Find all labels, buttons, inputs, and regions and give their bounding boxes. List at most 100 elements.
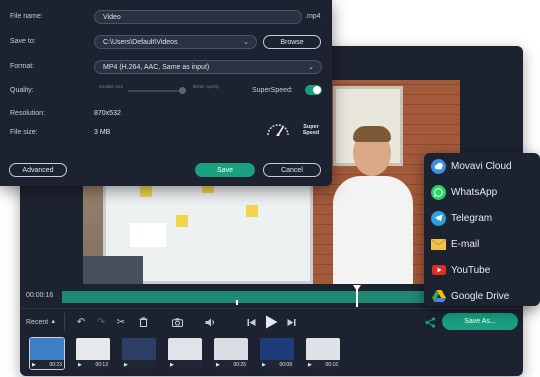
redo-icon[interactable]: ↷	[94, 313, 108, 331]
recent-thumbnail[interactable]: ▶	[168, 338, 202, 369]
preview-presenter-hair	[353, 126, 391, 142]
chevron-down-icon: ⌄	[243, 39, 249, 46]
save-as-button[interactable]: Save As...	[442, 313, 518, 330]
chevron-up-icon: ▲	[50, 319, 57, 325]
play-icon: ▶	[124, 361, 128, 368]
thumbnail-duration: 00:26	[233, 361, 246, 368]
snapshot-icon[interactable]	[170, 313, 184, 331]
save-button[interactable]: Save	[195, 163, 255, 177]
file-extension: .mp4	[305, 13, 321, 20]
superspeed-toggle[interactable]	[305, 85, 322, 95]
chevron-down-icon: ⌄	[308, 64, 314, 71]
preview-seat	[83, 256, 143, 284]
thumbnail-caption: ▶ 00:26	[214, 360, 248, 369]
recent-thumbnail[interactable]: ▶ 00:16	[306, 338, 340, 369]
share-icon[interactable]	[425, 315, 436, 333]
share-item-e-mail[interactable]: E-mail	[431, 234, 479, 254]
quality-smaller-label: Smaller size	[98, 84, 124, 89]
format-value: MP4 (H.264, AAC, Same as input)	[103, 63, 210, 71]
format-dropdown[interactable]: MP4 (H.264, AAC, Same as input) ⌄	[94, 60, 322, 74]
save-to-dropdown[interactable]: C:\Users\Default\Videos ⌄	[94, 35, 257, 49]
recent-thumbnail[interactable]: ▶	[122, 338, 156, 369]
cloud-icon	[431, 158, 446, 174]
quality-slider-handle[interactable]	[179, 87, 186, 94]
timeline-marker[interactable]	[236, 300, 238, 305]
save-to-value: C:\Users\Default\Videos	[103, 38, 178, 46]
delete-icon[interactable]	[136, 313, 150, 331]
next-icon[interactable]	[284, 313, 298, 331]
super-speed-badge: Super Speed	[302, 124, 320, 136]
thumbnail-duration: 00:23	[49, 361, 62, 368]
save-to-label: Save to:	[10, 38, 36, 45]
quality-better-label: Better quality	[192, 84, 220, 89]
share-item-label: Movavi Cloud	[451, 160, 512, 172]
play-icon: ▶	[170, 361, 174, 368]
editor-toolbar: Recent ▲ ↶ ↷ ✂ Save As...	[20, 308, 523, 334]
recent-thumbnails: ▶ 00:23 ▶ 00:13 ▶ ▶ ▶ 00:26 ▶ 00:08 ▶ 00:16	[20, 334, 523, 376]
recent-thumbnail[interactable]: ▶ 00:08	[260, 338, 294, 369]
previous-icon[interactable]	[244, 313, 258, 331]
thumbnail-caption: ▶ 00:16	[306, 360, 340, 369]
preview-sticky-note	[246, 205, 258, 217]
volume-icon[interactable]	[203, 313, 217, 331]
file-name-value: Video	[103, 13, 121, 21]
preview-sticky-note	[140, 185, 152, 197]
share-item-telegram[interactable]: Telegram	[431, 208, 492, 228]
thumbnail-duration: 00:08	[279, 361, 292, 368]
thumbnail-duration: 00:16	[325, 361, 338, 368]
google-drive-icon	[431, 289, 446, 304]
play-icon: ▶	[262, 361, 266, 368]
share-menu: Movavi Cloud WhatsApp Telegram E-mail YouTub…	[424, 153, 540, 306]
thumbnail-image	[168, 338, 202, 360]
email-icon	[431, 237, 446, 252]
recent-dropdown[interactable]: Recent ▲	[26, 313, 56, 331]
preview-sticky-note	[176, 215, 188, 227]
speedometer-icon	[266, 122, 290, 141]
thumbnail-image	[306, 338, 340, 360]
format-label: Format:	[10, 63, 35, 70]
playhead[interactable]	[356, 287, 358, 307]
superspeed-label: SuperSpeed:	[252, 87, 293, 94]
recent-thumbnail[interactable]: ▶ 00:13	[76, 338, 110, 369]
share-item-label: WhatsApp	[451, 186, 498, 198]
quality-label: Quality:	[10, 87, 34, 94]
share-item-google-drive[interactable]: Google Drive	[431, 286, 509, 306]
share-item-movavi-cloud[interactable]: Movavi Cloud	[431, 156, 512, 176]
cancel-button[interactable]: Cancel	[263, 163, 321, 177]
thumbnail-image	[214, 338, 248, 360]
share-item-label: E-mail	[451, 238, 480, 250]
resolution-label: Resolution:	[10, 110, 46, 117]
thumbnail-image	[76, 338, 110, 360]
quality-slider[interactable]	[128, 90, 186, 92]
thumbnail-image	[122, 338, 156, 360]
file-size-value: 3 MB	[94, 129, 111, 136]
recent-thumbnail[interactable]: ▶ 00:26	[214, 338, 248, 369]
export-dialog: File name: Video .mp4 Save to: C:\Users\…	[0, 0, 332, 186]
play-icon: ▶	[308, 361, 312, 368]
recent-thumbnail[interactable]: ▶ 00:23	[29, 337, 65, 370]
undo-icon[interactable]: ↶	[74, 313, 88, 331]
recent-label: Recent	[26, 318, 49, 326]
file-name-input[interactable]: Video	[94, 10, 302, 24]
play-icon: ▶	[32, 361, 36, 368]
thumbnail-caption: ▶ 00:08	[260, 360, 294, 369]
thumbnail-caption: ▶ 00:23	[30, 360, 64, 369]
share-item-whatsapp[interactable]: WhatsApp	[431, 182, 497, 202]
toolbar-divider	[64, 313, 65, 331]
current-time: 00:00:16	[26, 292, 54, 299]
share-item-label: YouTube	[451, 264, 491, 276]
file-name-label: File name:	[10, 13, 43, 20]
cut-icon[interactable]: ✂	[114, 313, 128, 331]
share-item-label: Google Drive	[451, 290, 510, 302]
browse-button[interactable]: Browse	[263, 35, 321, 49]
preview-presenter-body	[333, 176, 413, 284]
advanced-button[interactable]: Advanced	[9, 163, 67, 177]
thumbnail-duration: 00:13	[95, 361, 108, 368]
whatsapp-icon	[431, 184, 446, 200]
share-item-youtube[interactable]: YouTube	[431, 260, 490, 280]
thumbnail-caption: ▶ 00:13	[76, 360, 110, 369]
resolution-value: 870x532	[94, 110, 121, 117]
timeline-track[interactable]	[62, 291, 442, 305]
thumbnail-caption: ▶	[168, 360, 202, 369]
play-icon[interactable]	[262, 313, 280, 331]
